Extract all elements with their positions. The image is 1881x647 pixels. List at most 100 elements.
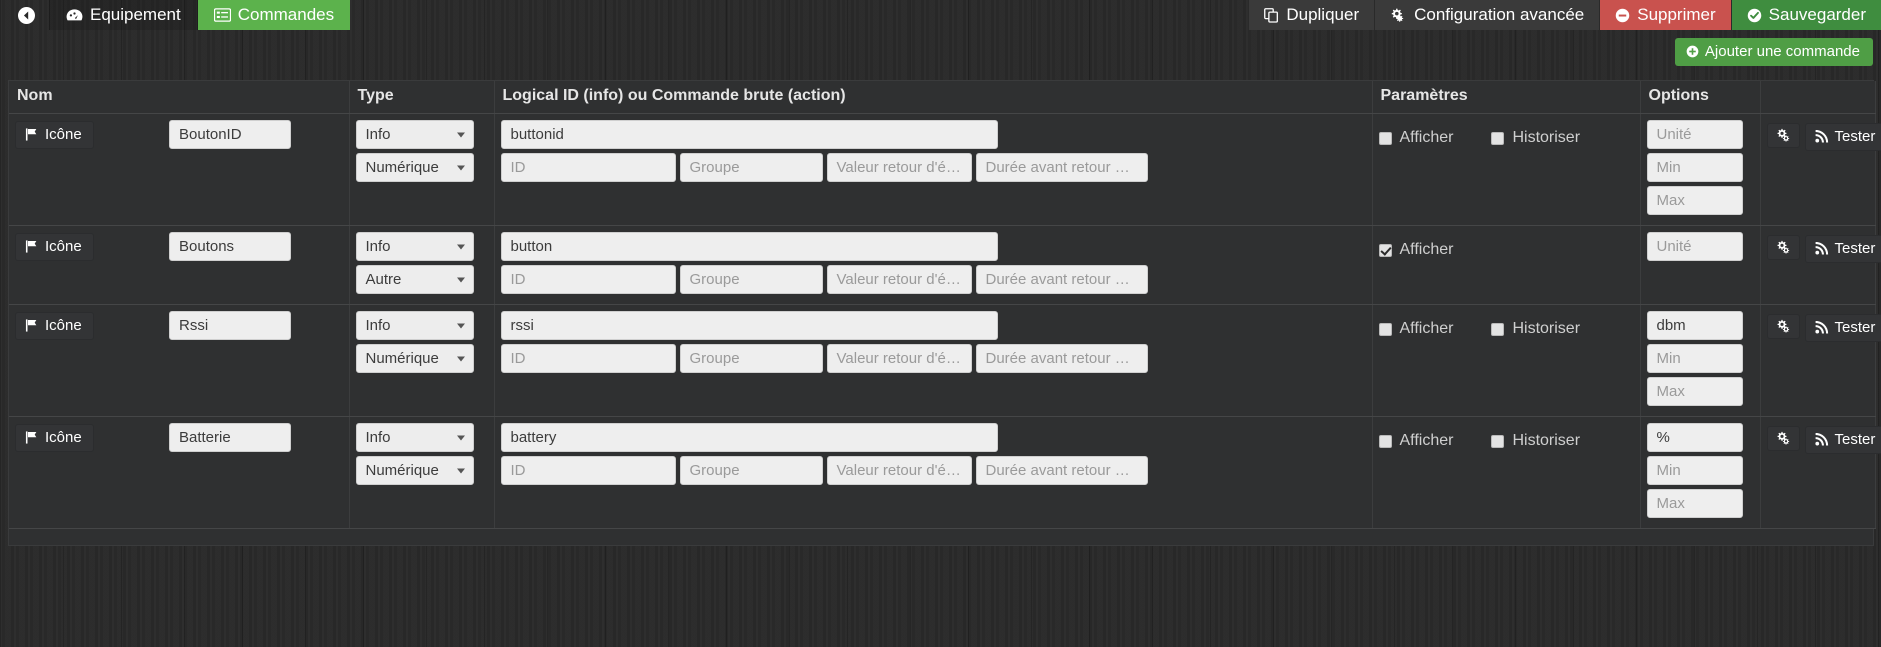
sub-id-input[interactable]: ID <box>500 344 676 373</box>
rss-icon <box>1814 242 1829 255</box>
unite-input[interactable]: % <box>1646 423 1743 452</box>
afficher-checkbox[interactable] <box>1378 322 1392 336</box>
sub-duree-retour-input[interactable]: Durée avant retour d'ét <box>975 456 1148 485</box>
sub-duree-retour-input[interactable]: Durée avant retour d'ét <box>975 153 1148 182</box>
sub-valeur-retour-input[interactable]: Valeur retour d'état <box>826 456 972 485</box>
cell-actions: Tester <box>1760 304 1881 417</box>
test-button[interactable]: Tester <box>1804 314 1881 342</box>
command-name-input[interactable]: Boutons <box>169 232 291 261</box>
rss-icon <box>1814 130 1829 143</box>
command-config-button[interactable] <box>1766 314 1800 339</box>
unite-input[interactable]: Unité <box>1646 232 1743 261</box>
test-button[interactable]: Tester <box>1804 123 1881 151</box>
add-command-button[interactable]: Ajouter une commande <box>1674 38 1873 66</box>
command-subtype-select[interactable]: Numérique <box>355 344 474 373</box>
max-input[interactable]: Max <box>1646 489 1743 518</box>
icon-picker-label: Icône <box>45 429 82 446</box>
command-subtype-select[interactable]: Numérique <box>355 456 474 485</box>
table-row: Icône Batterie Info Numérique battery ID Group… <box>9 416 1881 529</box>
command-type-value: Info <box>365 429 391 446</box>
advanced-config-button[interactable]: Configuration avancée <box>1374 0 1600 30</box>
rss-icon <box>1814 321 1829 334</box>
table-row: Icône Rssi Info Numérique rssi ID Groupe Valeur… <box>9 304 1881 417</box>
command-config-button[interactable] <box>1766 426 1800 451</box>
icon-picker-button[interactable]: Icône <box>15 424 94 452</box>
minus-circle-icon <box>1615 8 1630 23</box>
header-logical-id: Logical ID (info) ou Commande brute (act… <box>494 81 1373 114</box>
command-type-select[interactable]: Info <box>355 232 474 261</box>
command-type-select[interactable]: Info <box>355 311 474 340</box>
command-subtype-value: Numérique <box>365 462 439 479</box>
command-type-select[interactable]: Info <box>355 423 474 452</box>
sub-valeur-retour-input[interactable]: Valeur retour d'état <box>826 265 972 294</box>
logical-id-input[interactable]: button <box>500 232 998 261</box>
max-input[interactable]: Max <box>1646 377 1743 406</box>
plus-circle-icon <box>1686 45 1699 58</box>
cell-nom: Icône Batterie <box>9 416 350 529</box>
sub-id-input[interactable]: ID <box>500 265 676 294</box>
command-name-input[interactable]: BoutonID <box>169 120 291 149</box>
unite-input[interactable]: dbm <box>1646 311 1743 340</box>
sub-duree-retour-input[interactable]: Durée avant retour d'ét <box>975 344 1148 373</box>
cell-type: Info Numérique <box>349 416 495 529</box>
cell-logical-id: button ID Groupe Valeur retour d'état Durée … <box>494 225 1373 305</box>
icon-picker-button[interactable]: Icône <box>15 121 94 149</box>
min-input[interactable]: Min <box>1646 344 1743 373</box>
sub-duree-retour-input[interactable]: Durée avant retour d'ét <box>975 265 1148 294</box>
min-input[interactable]: Min <box>1646 153 1743 182</box>
historiser-checkbox[interactable] <box>1491 434 1505 448</box>
command-type-value: Info <box>365 317 391 334</box>
sub-groupe-input[interactable]: Groupe <box>679 456 823 485</box>
cell-options: % Min Max <box>1640 416 1761 529</box>
sub-groupe-input[interactable]: Groupe <box>679 153 823 182</box>
command-subtype-select[interactable]: Numérique <box>355 153 474 182</box>
dashboard-icon <box>66 8 83 23</box>
cell-type: Info Numérique <box>349 113 495 226</box>
sub-id-input[interactable]: ID <box>500 456 676 485</box>
sub-groupe-input[interactable]: Groupe <box>679 344 823 373</box>
unite-input[interactable]: Unité <box>1646 120 1743 149</box>
historiser-checkbox[interactable] <box>1491 131 1505 145</box>
command-name-input[interactable]: Batterie <box>169 423 291 452</box>
circle-arrow-left-icon <box>18 6 35 24</box>
command-config-button[interactable] <box>1766 235 1800 260</box>
command-name-input[interactable]: Rssi <box>169 311 291 340</box>
icon-picker-button[interactable]: Icône <box>15 233 94 261</box>
commands-panel: Nom Type Logical ID (info) ou Commande b… <box>8 80 1881 546</box>
min-input[interactable]: Min <box>1646 456 1743 485</box>
table-row: Icône Boutons Info Autre button ID Groupe Valeu… <box>9 225 1881 305</box>
duplicate-button[interactable]: Dupliquer <box>1248 0 1375 30</box>
sub-valeur-retour-input[interactable]: Valeur retour d'état <box>826 153 972 182</box>
afficher-checkbox[interactable] <box>1378 434 1392 448</box>
save-button[interactable]: Sauvegarder <box>1730 0 1881 30</box>
max-input[interactable]: Max <box>1646 186 1743 215</box>
advanced-config-label: Configuration avancée <box>1414 5 1585 24</box>
flag-icon <box>25 240 39 253</box>
historiser-checkbox[interactable] <box>1491 322 1505 336</box>
tab-equipement[interactable]: Equipement <box>50 0 197 30</box>
sub-id-input[interactable]: ID <box>500 153 676 182</box>
test-button[interactable]: Tester <box>1804 426 1881 454</box>
icon-picker-button[interactable]: Icône <box>15 312 94 340</box>
command-type-select[interactable]: Info <box>355 120 474 149</box>
logical-id-input[interactable]: rssi <box>500 311 998 340</box>
sub-valeur-retour-input[interactable]: Valeur retour d'état <box>826 344 972 373</box>
cell-parametres: Afficher Historiser <box>1372 304 1641 417</box>
cell-nom: Icône BoutonID <box>9 113 350 226</box>
logical-id-input[interactable]: battery <box>500 423 998 452</box>
gears-icon <box>1776 128 1791 142</box>
cell-type: Info Autre <box>349 225 495 305</box>
test-button[interactable]: Tester <box>1804 235 1881 263</box>
command-config-button[interactable] <box>1766 123 1800 148</box>
afficher-checkbox[interactable] <box>1378 131 1392 145</box>
tab-commandes[interactable]: Commandes <box>197 0 351 30</box>
command-subtype-value: Autre <box>365 271 402 288</box>
back-button[interactable] <box>0 0 49 30</box>
afficher-checkbox[interactable] <box>1378 243 1392 257</box>
header-nom: Nom <box>9 81 350 114</box>
sub-groupe-input[interactable]: Groupe <box>679 265 823 294</box>
header-actions <box>1760 81 1876 114</box>
logical-id-input[interactable]: buttonid <box>500 120 998 149</box>
delete-button[interactable]: Supprimer <box>1599 0 1731 30</box>
command-subtype-select[interactable]: Autre <box>355 265 474 294</box>
